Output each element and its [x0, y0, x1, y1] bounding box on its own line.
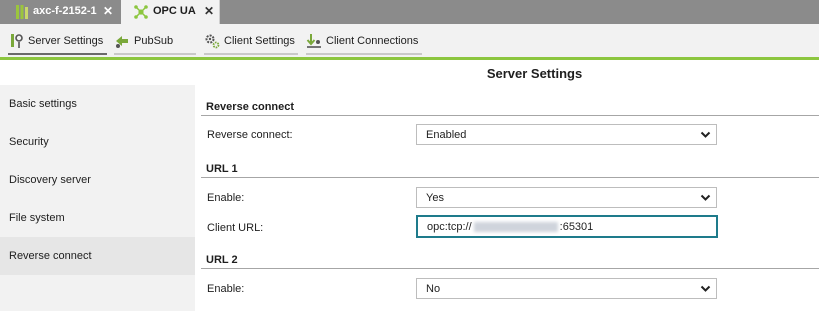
server-settings-icon: [11, 34, 23, 48]
client-url-prefix: opc:tcp://: [427, 220, 472, 233]
client-connections-button[interactable]: Client Connections: [306, 31, 422, 55]
section-divider: [201, 115, 819, 116]
client-settings-label: Client Settings: [224, 35, 295, 47]
page-title: Server Settings: [486, 66, 583, 81]
client-url-label: Client URL:: [207, 222, 264, 234]
url1-enable-value: Yes: [426, 191, 444, 204]
reverse-connect-value: Enabled: [426, 128, 467, 141]
toolbar: Server Settings PubSub Client Settings C…: [0, 24, 819, 57]
chevron-down-icon: [700, 194, 711, 201]
tab-bar: axc-f-2152-1 ✕ OPC UA ✕: [0, 0, 819, 24]
sidebar-item-label: Security: [9, 136, 49, 148]
client-connections-label: Client Connections: [326, 35, 419, 47]
pubsub-icon: [116, 36, 128, 48]
client-url-port: :65301: [559, 220, 594, 233]
chevron-down-icon: [700, 285, 711, 292]
pubsub-label: PubSub: [134, 35, 174, 47]
close-icon[interactable]: ✕: [204, 4, 214, 18]
sidebar-item-discovery-server[interactable]: Discovery server: [0, 161, 195, 199]
sidebar-item-label: Discovery server: [9, 174, 91, 186]
gear-icon: [205, 34, 220, 49]
sidebar-item-security[interactable]: Security: [0, 123, 195, 161]
tab-opc-ua[interactable]: OPC UA ✕: [121, 0, 220, 24]
opc-network-icon: [134, 5, 148, 19]
tab-opc-ua-label: OPC UA: [153, 5, 196, 17]
url2-enable-value: No: [426, 282, 441, 295]
section-divider: [201, 177, 819, 178]
section-divider: [201, 268, 819, 269]
url2-enable-label: Enable:: [207, 283, 245, 295]
sidebar-item-label: Reverse connect: [9, 250, 92, 262]
pubsub-button[interactable]: PubSub: [114, 31, 196, 55]
chevron-down-icon: [700, 131, 711, 138]
sidebar-item-basic-settings[interactable]: Basic settings: [0, 85, 195, 123]
server-settings-label: Server Settings: [28, 35, 104, 47]
client-settings-button[interactable]: Client Settings: [204, 31, 298, 55]
tab-device[interactable]: axc-f-2152-1 ✕: [0, 0, 120, 24]
section-heading-url-2: URL 2: [206, 254, 238, 266]
reverse-connect-select[interactable]: Enabled: [416, 124, 717, 145]
sidebar-item-file-system[interactable]: File system: [0, 199, 195, 237]
section-heading-url-1: URL 1: [206, 163, 238, 175]
client-url-input[interactable]: opc:tcp:// :65301: [416, 215, 718, 238]
url1-enable-select[interactable]: Yes: [416, 187, 717, 208]
accent-divider: [0, 57, 819, 60]
sidebar-item-reverse-connect[interactable]: Reverse connect: [0, 237, 195, 275]
sidebar-item-label: Basic settings: [9, 98, 77, 110]
section-heading-reverse-connect: Reverse connect: [206, 101, 295, 113]
close-icon[interactable]: ✕: [103, 4, 113, 18]
url2-enable-select[interactable]: No: [416, 278, 717, 299]
tab-device-label: axc-f-2152-1: [33, 5, 97, 17]
url1-enable-label: Enable:: [207, 192, 245, 204]
redacted-host: [473, 221, 558, 232]
download-icon: [306, 34, 321, 48]
reverse-connect-label: Reverse connect:: [207, 129, 293, 141]
sidebar-item-label: File system: [9, 212, 65, 224]
server-settings-button[interactable]: Server Settings: [8, 31, 107, 55]
sidebar: Basic settings Security Discovery server…: [0, 85, 195, 311]
plc-device-icon: [16, 5, 28, 19]
